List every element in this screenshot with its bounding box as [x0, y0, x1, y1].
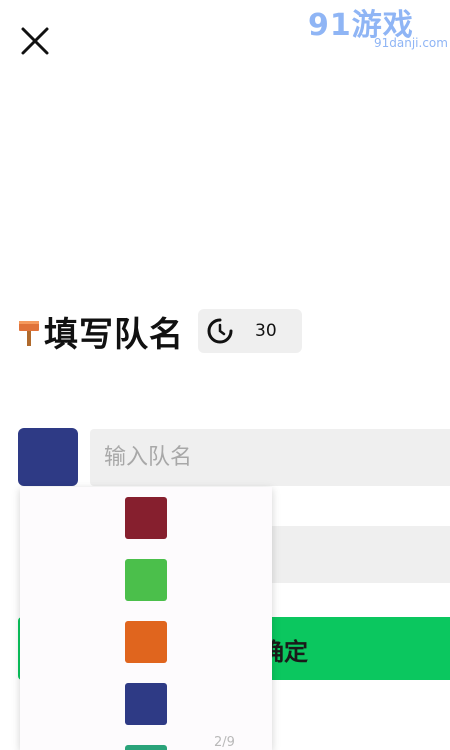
close-button[interactable]: [18, 24, 54, 60]
color-dropdown[interactable]: 2/9: [20, 487, 272, 750]
watermark-url: 91danji.com: [374, 36, 448, 50]
signpost-icon: [19, 321, 39, 346]
timer-value: 30: [255, 321, 277, 341]
dropdown-page-indicator: 2/9: [214, 735, 235, 750]
color-option-orange[interactable]: [125, 621, 167, 663]
team-name-input[interactable]: [90, 429, 450, 486]
color-option-dark-red[interactable]: [125, 497, 167, 539]
color-option-green[interactable]: [125, 559, 167, 601]
timer-badge: 30: [198, 309, 302, 353]
color-option-teal[interactable]: [125, 745, 167, 750]
team-color-picker[interactable]: [18, 428, 78, 486]
page-title: 填写队名: [44, 314, 184, 355]
site-watermark: 91游戏 91danji.com: [308, 0, 448, 58]
color-option-navy[interactable]: [125, 683, 167, 725]
title-row: 填写队名 30: [18, 308, 302, 355]
clock-icon: [207, 318, 233, 344]
close-icon: [21, 27, 49, 55]
